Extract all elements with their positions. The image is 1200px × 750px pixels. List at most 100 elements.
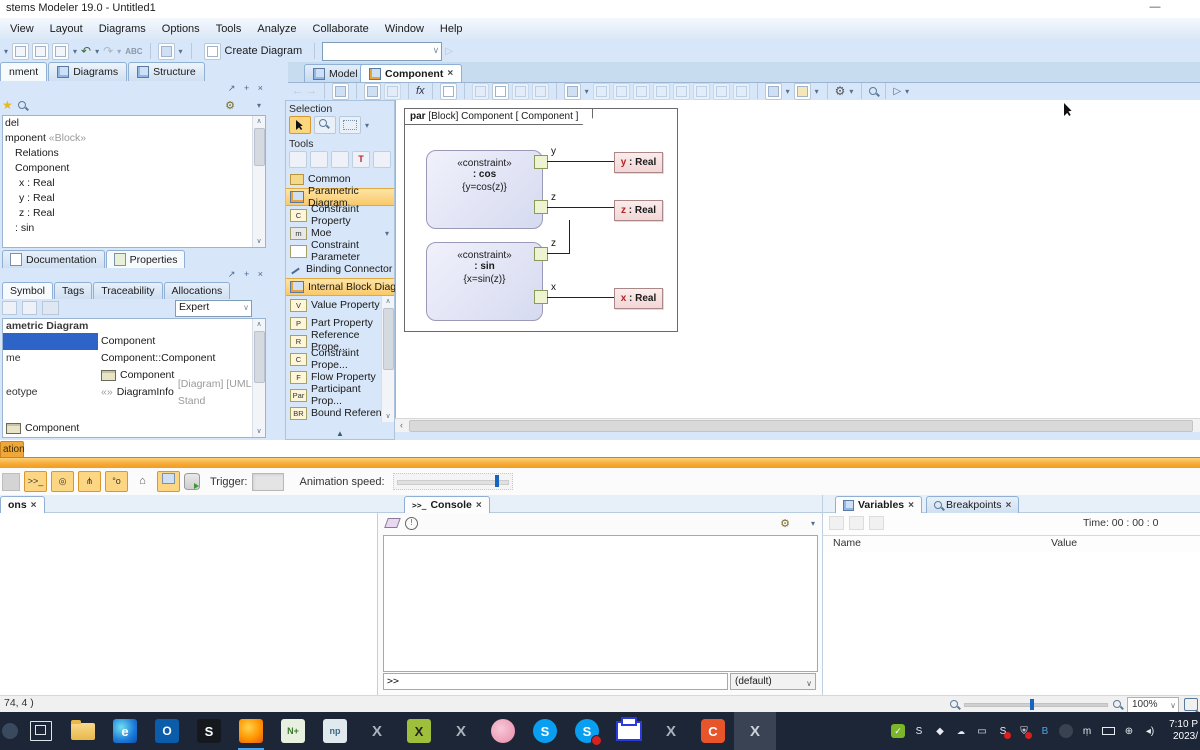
- console-prompt-input[interactable]: >>: [383, 673, 728, 690]
- connector-x[interactable]: [547, 297, 614, 298]
- tab-console[interactable]: >>_ Console ×: [404, 496, 490, 513]
- tab-model-diagram[interactable]: Model: [304, 64, 367, 82]
- save-image-dropdown-icon[interactable]: ▾: [785, 87, 791, 96]
- notepad-plus-icon[interactable]: N+: [272, 712, 314, 750]
- menu-layout[interactable]: Layout: [42, 19, 91, 40]
- find-dropdown-icon[interactable]: ▾: [72, 47, 78, 56]
- zoom-search-icon[interactable]: [869, 86, 878, 96]
- tab-tags[interactable]: Tags: [54, 282, 93, 299]
- create-diagram-button[interactable]: Create Diagram: [199, 42, 308, 61]
- tree-scrollbar[interactable]: ∧ ∨: [252, 116, 265, 247]
- show-description-icon[interactable]: [42, 301, 59, 315]
- tab-documentation[interactable]: Documentation: [2, 250, 105, 268]
- constraint-block-cos[interactable]: «constraint» : cos {y=cos(z)}: [426, 150, 543, 229]
- palette-scrollbar[interactable]: ∧ ∨: [381, 296, 394, 422]
- defender-alert-icon[interactable]: ⛨: [1017, 724, 1031, 738]
- menu-analyze[interactable]: Analyze: [249, 19, 304, 40]
- scroll-up-icon[interactable]: ∧: [253, 116, 265, 127]
- connector-y[interactable]: [547, 161, 614, 162]
- port-cos-y[interactable]: [534, 155, 548, 169]
- app-x2-icon[interactable]: X: [440, 712, 482, 750]
- slider-handle[interactable]: [494, 475, 499, 487]
- palette-item-value-property[interactable]: V Value Property: [286, 296, 394, 314]
- tab-containment[interactable]: nment: [0, 62, 48, 81]
- properties-scrollbar[interactable]: ∧ ∨: [252, 319, 265, 437]
- tab-component-diagram[interactable]: Component ×: [360, 64, 463, 82]
- variables-body[interactable]: [823, 552, 1200, 695]
- modeler-app-icon[interactable]: X: [734, 712, 776, 750]
- undo-icon[interactable]: ↶: [81, 44, 91, 58]
- overflow-dropdown-icon[interactable]: ▾: [3, 47, 9, 56]
- tab-simulation[interactable]: ation: [0, 441, 25, 457]
- value-property-x[interactable]: x : Real: [614, 288, 663, 309]
- property-row[interactable]: eotype «» DiagramInfo [Diagram] [UML Sta…: [3, 378, 265, 407]
- console-messages-icon[interactable]: !: [405, 516, 418, 530]
- animation-speed-slider[interactable]: [392, 473, 513, 490]
- microphone-icon[interactable]: ṃ: [1080, 724, 1094, 738]
- property-row[interactable]: me Component::Component: [3, 350, 265, 367]
- constraint-block-sin[interactable]: «constraint» : sin {x=sin(z)}: [426, 242, 543, 321]
- float-icon[interactable]: ↗: [228, 83, 239, 93]
- minimize-button[interactable]: —: [1140, 0, 1170, 17]
- close-tab-icon[interactable]: ×: [476, 500, 482, 511]
- tree-item-z-real[interactable]: z : Real: [3, 206, 265, 221]
- tree-item-x-real[interactable]: x : Real: [3, 176, 265, 191]
- stamp-tool-icon[interactable]: [289, 151, 307, 168]
- export-image-button[interactable]: [157, 471, 180, 492]
- menu-diagrams[interactable]: Diagrams: [91, 19, 154, 40]
- animate-target-button[interactable]: ◎: [51, 471, 74, 492]
- palette-item-constraint-property[interactable]: C Constraint Property: [286, 203, 394, 227]
- property-footer-row[interactable]: Component: [6, 422, 79, 434]
- print-preview-icon[interactable]: [32, 42, 50, 60]
- selection-dropdown-icon[interactable]: ▾: [364, 121, 370, 130]
- new-project-icon[interactable]: [12, 42, 30, 60]
- gear-dropdown-icon[interactable]: ▾: [848, 87, 854, 96]
- port-cos-z[interactable]: [534, 200, 548, 214]
- column-value[interactable]: Value: [1051, 537, 1077, 549]
- battery-icon[interactable]: [1101, 724, 1115, 738]
- separator-tool-icon[interactable]: [310, 151, 328, 168]
- app-s-dark-icon[interactable]: S: [188, 712, 230, 750]
- text-red-tool-icon[interactable]: T: [352, 151, 370, 168]
- containment-tool-icon[interactable]: [373, 151, 391, 168]
- scrollbar-thumb[interactable]: [409, 420, 1193, 432]
- tree-item-component-block[interactable]: mponent «Block»: [3, 131, 265, 146]
- zoom-slider[interactable]: [964, 699, 1108, 710]
- tab-properties[interactable]: Properties: [105, 250, 186, 268]
- menu-collaborate[interactable]: Collaborate: [305, 19, 377, 40]
- tree-options-gear-icon[interactable]: ⚙: [225, 99, 235, 112]
- printer-app-icon[interactable]: [608, 712, 650, 750]
- canvas-hscrollbar[interactable]: ‹: [395, 418, 1200, 432]
- scroll-down-icon[interactable]: ∨: [253, 236, 265, 247]
- palette-scroll-up-icon[interactable]: ▲: [286, 429, 394, 438]
- scroll-down-icon[interactable]: ∨: [382, 411, 394, 422]
- taskbar-start-partial[interactable]: [0, 712, 20, 750]
- tree-item-sin[interactable]: : sin: [3, 221, 265, 236]
- close-tab-icon[interactable]: ×: [908, 500, 914, 511]
- menu-help[interactable]: Help: [432, 19, 471, 40]
- outlook-icon[interactable]: O: [146, 712, 188, 750]
- console-options-dropdown-icon[interactable]: ▾: [810, 519, 816, 528]
- tab-sessions[interactable]: ons ×: [0, 496, 45, 513]
- tab-allocations[interactable]: Allocations: [163, 282, 231, 299]
- tab-variables[interactable]: Variables ×: [835, 496, 922, 513]
- structure-view-button[interactable]: ⋔: [78, 471, 101, 492]
- tab-traceability[interactable]: Traceability: [93, 282, 163, 299]
- app-x3-icon[interactable]: X: [650, 712, 692, 750]
- scroll-left-icon[interactable]: ‹: [395, 419, 408, 431]
- pin-icon[interactable]: +: [244, 83, 252, 93]
- scrollbar-thumb[interactable]: [383, 308, 394, 370]
- console-output[interactable]: [383, 535, 818, 672]
- task-view-icon[interactable]: [20, 712, 62, 750]
- tree-item-model[interactable]: del: [3, 116, 265, 131]
- tree-item-y-real[interactable]: y : Real: [3, 191, 265, 206]
- palette-item-bound-reference[interactable]: BR Bound Reference: [286, 404, 394, 422]
- palette-item-participant-property[interactable]: Par Participant Prop...: [286, 383, 394, 407]
- search-icon[interactable]: [17, 100, 27, 110]
- properties-mode-select[interactable]: Expert ∨: [175, 299, 252, 317]
- lock-icon[interactable]: ⌂: [132, 472, 153, 491]
- favorites-star-icon[interactable]: ★: [2, 99, 13, 111]
- simulate-play-icon[interactable]: ▷: [893, 86, 901, 97]
- skype-business-icon[interactable]: S: [566, 712, 608, 750]
- tree-options-dropdown-icon[interactable]: ▾: [256, 101, 262, 110]
